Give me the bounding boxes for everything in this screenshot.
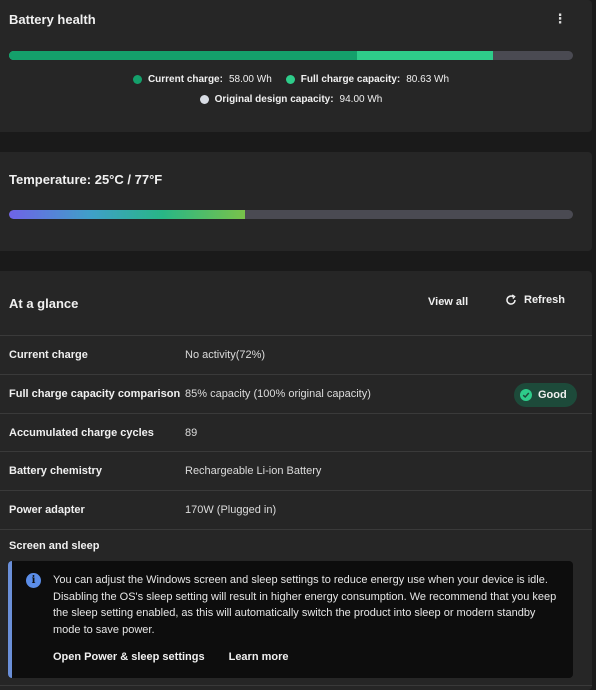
legend-full-charge: Full charge capacity: 80.63 Wh	[285, 74, 450, 85]
learn-more-link[interactable]: Learn more	[229, 651, 289, 663]
at-a-glance-title: At a glance	[9, 296, 79, 311]
legend-current-value: 58.00 Wh	[228, 74, 272, 85]
info-message: You can adjust the Windows screen and sl…	[53, 574, 557, 636]
row-value: 85% capacity (100% original capacity)	[185, 388, 371, 400]
glance-row-power-adapter: Power adapter 170W (Plugged in)	[0, 490, 592, 529]
refresh-icon	[505, 294, 517, 306]
info-links: Open Power & sleep settings Learn more	[53, 651, 289, 663]
battery-health-card: Battery health ⋮ Current charge: 58.00 W…	[0, 0, 592, 132]
sleep-info-banner: i You can adjust the Windows screen and …	[8, 561, 573, 678]
screen-sleep-label: Screen and sleep	[9, 540, 100, 552]
current-charge-dot-icon	[132, 75, 142, 84]
temperature-card: Temperature: 25°C / 77°F	[0, 152, 592, 251]
legend-full-value: 80.63 Wh	[406, 74, 450, 85]
row-label: Battery chemistry	[9, 465, 102, 477]
temperature-title: Temperature: 25°C / 77°F	[9, 172, 163, 187]
temperature-fill	[9, 210, 245, 219]
glance-row-battery-chemistry: Battery chemistry Rechargeable Li-ion Ba…	[0, 451, 592, 490]
row-value: 170W (Plugged in)	[185, 504, 277, 516]
battery-capacity-bar	[9, 51, 573, 60]
info-icon: i	[26, 573, 41, 588]
battery-legend-row: Original design capacity: 94.00 Wh	[0, 94, 582, 105]
current-charge-fill	[9, 51, 357, 60]
good-status-badge: Good	[514, 383, 577, 407]
battery-legend-row: Current charge: 58.00 Wh Full charge cap…	[0, 74, 582, 85]
row-value: No activity(72%)	[185, 349, 266, 361]
open-power-sleep-settings-link[interactable]: Open Power & sleep settings	[53, 651, 205, 663]
legend-design-capacity: Original design capacity: 94.00 Wh	[199, 94, 383, 105]
row-label: Current charge	[9, 349, 88, 361]
screen-sleep-section: Screen and sleep	[0, 529, 592, 560]
divider	[0, 685, 592, 686]
legend-current-label: Current charge:	[147, 74, 223, 85]
badge-label: Good	[538, 389, 567, 401]
legend-full-label: Full charge capacity:	[300, 74, 401, 85]
legend-design-value: 94.00 Wh	[339, 94, 383, 105]
view-all-button[interactable]: View all	[428, 296, 468, 308]
check-icon	[520, 389, 532, 401]
legend-current-charge: Current charge: 58.00 Wh	[132, 74, 272, 85]
at-a-glance-card: At a glance View all Refresh Current cha…	[0, 271, 592, 690]
legend-design-label: Original design capacity:	[214, 94, 334, 105]
row-label: Accumulated charge cycles	[9, 427, 154, 439]
battery-health-title: Battery health	[9, 12, 96, 27]
refresh-label: Refresh	[524, 294, 565, 306]
more-options-icon[interactable]: ⋮	[552, 10, 568, 28]
row-value: 89	[185, 427, 198, 439]
glance-row-capacity-comparison: Full charge capacity comparison 85% capa…	[0, 374, 592, 413]
full-charge-dot-icon	[285, 75, 295, 84]
refresh-button[interactable]: Refresh	[505, 294, 565, 306]
design-capacity-dot-icon	[199, 95, 209, 104]
temperature-bar	[9, 210, 573, 219]
info-accent-stripe	[8, 561, 12, 678]
row-label: Full charge capacity comparison	[9, 388, 181, 400]
row-value: Rechargeable Li-ion Battery	[185, 465, 322, 477]
glance-row-current-charge: Current charge No activity(72%)	[0, 335, 592, 374]
glance-row-charge-cycles: Accumulated charge cycles 89	[0, 413, 592, 452]
row-label: Power adapter	[9, 504, 85, 516]
